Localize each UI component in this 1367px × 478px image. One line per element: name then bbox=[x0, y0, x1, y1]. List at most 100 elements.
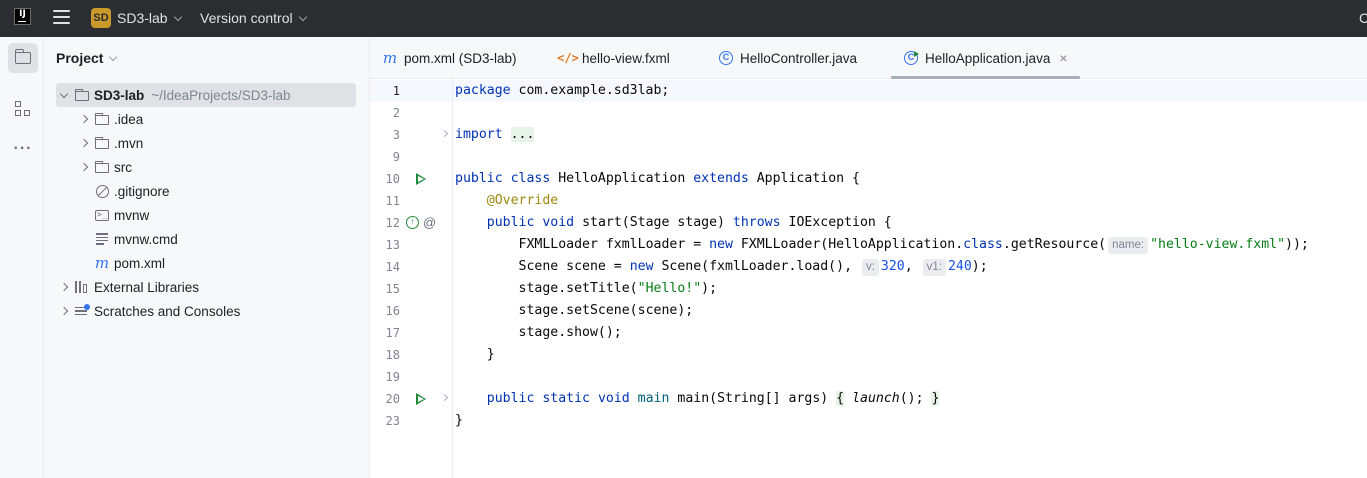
code-editor[interactable]: 1 package com.example.sd3lab; 2 3 import… bbox=[370, 79, 1367, 478]
project-panel-title[interactable]: Project bbox=[56, 50, 118, 66]
terminal-file-icon: >_ bbox=[94, 207, 110, 223]
code-text[interactable]: stage.setScene(scene); bbox=[455, 300, 694, 322]
tree-item-root[interactable]: SD3-lab ~/IdeaProjects/SD3-lab bbox=[56, 83, 356, 107]
code-line: 19 bbox=[370, 366, 1367, 388]
tree-item-pom[interactable]: m pom.xml bbox=[92, 251, 392, 275]
tree-item-label: Scratches and Consoles bbox=[94, 303, 241, 319]
parameter-hint: v: bbox=[861, 259, 879, 276]
code-line: 20 public static void main main(String[]… bbox=[370, 388, 1367, 410]
tab-label: HelloController.java bbox=[740, 50, 858, 66]
tree-item-label: mvnw bbox=[114, 207, 150, 223]
code-text[interactable]: public class HelloApplication extends Ap… bbox=[455, 168, 860, 190]
fold-arrow-icon[interactable] bbox=[440, 393, 449, 402]
folder-icon bbox=[74, 87, 90, 103]
tab-hello-application[interactable]: C HelloApplication.java × bbox=[891, 37, 1080, 79]
code-text[interactable]: } bbox=[455, 410, 463, 432]
line-number: 9 bbox=[392, 150, 400, 164]
folded-imports[interactable]: ... bbox=[510, 127, 535, 142]
tool-window-strip: ··· bbox=[0, 37, 44, 478]
scratches-icon bbox=[74, 303, 90, 319]
code-text[interactable]: FXMLLoader fxmlLoader = new FXMLLoader(H… bbox=[455, 234, 1309, 256]
line-number: 2 bbox=[392, 106, 400, 120]
line-number: 1 bbox=[392, 84, 400, 98]
code-text[interactable]: } bbox=[455, 344, 495, 366]
tree-item-gitignore[interactable]: .gitignore bbox=[92, 179, 392, 203]
title-bar: IJ SD SD3-lab Version control C bbox=[0, 0, 1367, 37]
expand-arrow-icon[interactable] bbox=[56, 279, 72, 295]
tree-item-src[interactable]: src bbox=[76, 155, 376, 179]
project-tool-button[interactable] bbox=[8, 43, 38, 73]
project-switcher[interactable]: SD3-lab bbox=[117, 10, 182, 26]
code-line: 11 @Override bbox=[370, 190, 1367, 212]
line-number: 13 bbox=[385, 238, 400, 252]
code-line: 18 } bbox=[370, 344, 1367, 366]
close-icon[interactable]: × bbox=[1059, 50, 1067, 66]
line-number: 11 bbox=[385, 194, 400, 208]
code-line: 2 bbox=[370, 102, 1367, 124]
more-tools-button[interactable]: ··· bbox=[8, 134, 38, 164]
tree-item-label: src bbox=[114, 159, 132, 175]
expand-arrow-icon[interactable] bbox=[56, 87, 72, 103]
code-text[interactable]: public static void main main(String[] ar… bbox=[455, 388, 940, 410]
code-line: 1 package com.example.sd3lab; bbox=[370, 80, 1367, 102]
override-method-icon[interactable]: ↑ bbox=[406, 216, 419, 229]
code-line: 10 public class HelloApplication extends… bbox=[370, 168, 1367, 190]
code-text[interactable]: stage.setTitle("Hello!"); bbox=[455, 278, 718, 300]
code-text[interactable]: public void start(Stage stage) throws IO… bbox=[455, 212, 892, 234]
expand-arrow-icon[interactable] bbox=[76, 111, 92, 127]
line-number: 15 bbox=[385, 282, 400, 296]
parameter-hint: v1: bbox=[922, 259, 946, 276]
intellij-logo-icon[interactable]: IJ bbox=[14, 8, 31, 25]
maven-icon: m bbox=[382, 49, 398, 67]
java-class-icon: C bbox=[718, 50, 734, 66]
main-menu-icon[interactable] bbox=[53, 10, 70, 24]
code-line: 9 bbox=[370, 146, 1367, 168]
line-number: 16 bbox=[385, 304, 400, 318]
tab-hello-view-fxml[interactable]: </> hello-view.fxml bbox=[557, 37, 670, 79]
code-text[interactable]: import ... bbox=[455, 124, 535, 146]
run-icon[interactable] bbox=[416, 393, 426, 405]
tree-item-label: SD3-lab bbox=[94, 87, 145, 103]
code-text[interactable]: stage.show(); bbox=[455, 322, 622, 344]
expand-arrow-icon[interactable] bbox=[56, 303, 72, 319]
code-line: 17 stage.show(); bbox=[370, 322, 1367, 344]
fold-arrow-icon[interactable] bbox=[440, 129, 449, 138]
tree-item-external-libraries[interactable]: External Libraries bbox=[56, 275, 356, 299]
code-line: 16 stage.setScene(scene); bbox=[370, 300, 1367, 322]
tree-item-path: ~/IdeaProjects/SD3-lab bbox=[151, 87, 291, 103]
tree-item-label: .mvn bbox=[114, 135, 144, 151]
tree-item-label: .gitignore bbox=[114, 183, 170, 199]
project-badge[interactable]: SD bbox=[91, 8, 111, 28]
tree-item-label: mvnw.cmd bbox=[114, 231, 178, 247]
line-number: 18 bbox=[385, 348, 400, 362]
library-icon bbox=[74, 279, 90, 295]
java-run-class-icon: C bbox=[903, 50, 919, 66]
version-control-label: Version control bbox=[200, 10, 293, 26]
tree-item-mvn[interactable]: .mvn bbox=[76, 131, 376, 155]
editor-tab-bar: m pom.xml (SD3-lab) </> hello-view.fxml … bbox=[370, 37, 1367, 79]
code-line: 13 FXMLLoader fxmlLoader = new FXMLLoade… bbox=[370, 234, 1367, 256]
structure-icon bbox=[15, 101, 31, 117]
code-text[interactable]: Scene scene = new Scene(fxmlLoader.load(… bbox=[455, 256, 988, 278]
title-right-label[interactable]: C bbox=[1359, 10, 1367, 26]
tab-pom-xml[interactable]: m pom.xml (SD3-lab) bbox=[382, 37, 517, 79]
version-control-menu[interactable]: Version control bbox=[200, 10, 307, 26]
tab-label: hello-view.fxml bbox=[582, 50, 670, 66]
tree-item-idea[interactable]: .idea bbox=[76, 107, 376, 131]
tree-item-label: .idea bbox=[114, 111, 144, 127]
tree-item-mvnw[interactable]: >_ mvnw bbox=[92, 203, 392, 227]
tree-item-mvnw-cmd[interactable]: mvnw.cmd bbox=[92, 227, 392, 251]
project-name-label: SD3-lab bbox=[117, 10, 168, 26]
code-text[interactable]: @Override bbox=[455, 190, 558, 212]
folder-icon bbox=[94, 111, 110, 127]
expand-arrow-icon[interactable] bbox=[76, 135, 92, 151]
annotation-icon[interactable]: @ bbox=[423, 212, 436, 234]
run-icon[interactable] bbox=[416, 173, 426, 185]
expand-arrow-icon[interactable] bbox=[76, 159, 92, 175]
tree-item-scratches[interactable]: Scratches and Consoles bbox=[56, 299, 356, 323]
folder-icon bbox=[94, 135, 110, 151]
maven-icon: m bbox=[94, 254, 110, 272]
code-text[interactable]: package com.example.sd3lab; bbox=[455, 80, 669, 102]
structure-tool-button[interactable] bbox=[8, 94, 38, 124]
tab-hello-controller[interactable]: C HelloController.java bbox=[718, 37, 857, 79]
